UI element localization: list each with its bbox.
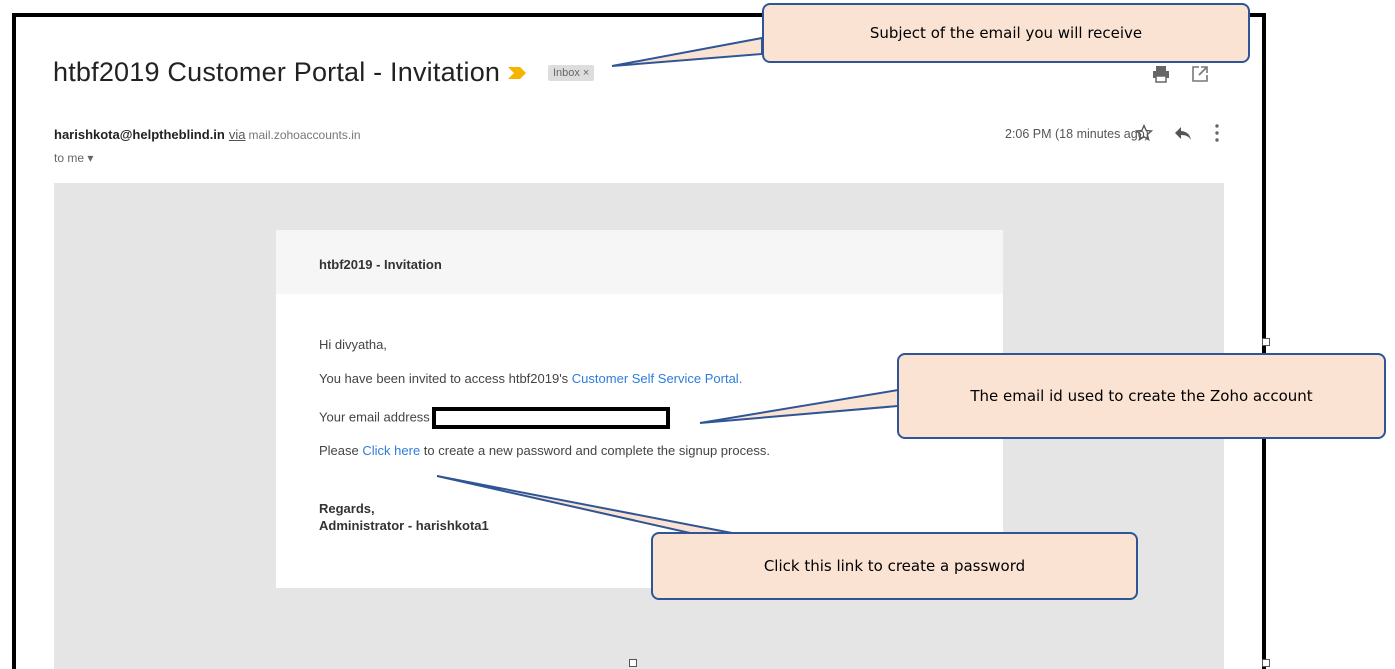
link-callout: Click this link to create a password xyxy=(651,532,1138,600)
subject-callout: Subject of the email you will receive xyxy=(762,3,1250,63)
subject-callout-text: Subject of the email you will receive xyxy=(869,24,1143,42)
link-callout-text: Click this link to create a password xyxy=(763,557,1026,575)
email-id-callout-text: The email id used to create the Zoho acc… xyxy=(970,387,1313,405)
email-id-callout: The email id used to create the Zoho acc… xyxy=(897,353,1386,439)
